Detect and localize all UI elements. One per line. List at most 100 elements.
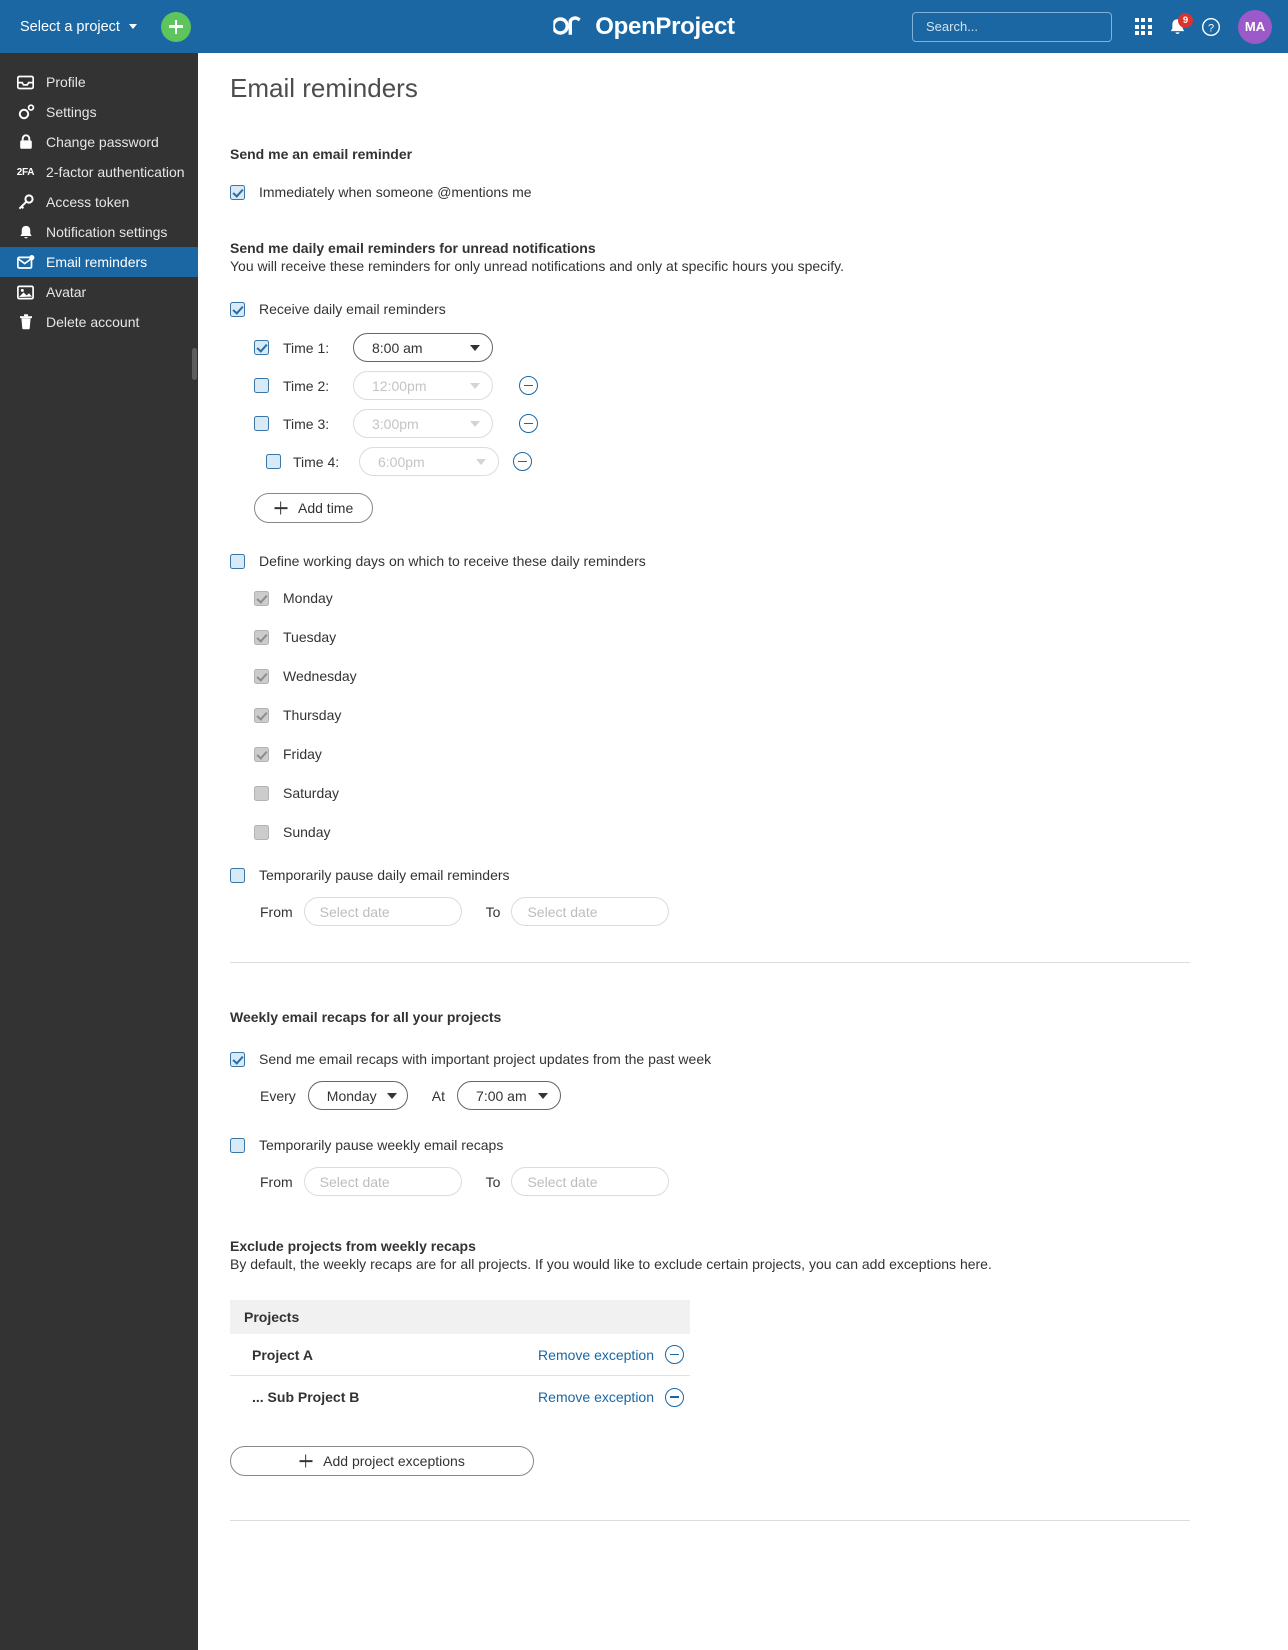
day-row-sunday[interactable]: Sunday: [254, 824, 1288, 840]
weekly-section-heading: Weekly email recaps for all your project…: [230, 1009, 502, 1025]
time-3-select[interactable]: 3:00pm: [353, 409, 493, 438]
remove-time-4-button[interactable]: [513, 452, 532, 471]
sunday-label: Sunday: [283, 824, 331, 840]
sidebar-item-delete-account[interactable]: Delete account: [0, 307, 198, 337]
top-bar-actions: 9 ? MA: [912, 9, 1272, 44]
pause-weekly-to-field[interactable]: Select date: [511, 1167, 670, 1196]
sidebar-item-2fa[interactable]: 2FA 2-factor authentication: [0, 157, 198, 187]
day-row-friday[interactable]: Friday: [254, 746, 1288, 762]
trash-icon: [16, 314, 35, 331]
sidebar-item-label: Email reminders: [46, 254, 148, 270]
pause-weekly-checkbox[interactable]: [230, 1137, 245, 1153]
exclude-section-heading: Exclude projects from weekly recaps: [230, 1238, 476, 1254]
daily-section-heading: Send me daily email reminders for unread…: [230, 240, 596, 256]
weekly-recaps-row[interactable]: Send me email recaps with important proj…: [230, 1051, 1288, 1067]
pause-weekly-row[interactable]: Temporarily pause weekly email recaps: [230, 1137, 1288, 1153]
pause-daily-label: Temporarily pause daily email reminders: [259, 867, 510, 883]
notifications-button[interactable]: 9: [1160, 10, 1194, 44]
sidebar-item-settings[interactable]: Settings: [0, 97, 198, 127]
weekly-recaps-checkbox[interactable]: [230, 1051, 245, 1067]
time-4-value: 6:00pm: [378, 453, 425, 470]
remove-exception-link[interactable]: Remove exception: [538, 1389, 654, 1405]
mention-checkbox-row[interactable]: Immediately when someone @mentions me: [230, 184, 1288, 200]
remove-time-2-button[interactable]: [519, 376, 538, 395]
monday-checkbox: [254, 590, 269, 606]
time-2-value: 12:00pm: [372, 377, 427, 394]
openproject-logo-icon: [553, 15, 581, 35]
top-bar: Select a project OpenProject Search... 9…: [0, 0, 1288, 53]
time-2-checkbox[interactable]: [254, 378, 269, 393]
weekly-recaps-label: Send me email recaps with important proj…: [259, 1051, 712, 1067]
sidebar-item-avatar[interactable]: Avatar: [0, 277, 198, 307]
project-selector[interactable]: Select a project: [20, 19, 137, 35]
working-days-checkbox[interactable]: [230, 553, 245, 569]
search-box[interactable]: [912, 11, 1112, 42]
page-title: Email reminders: [230, 73, 418, 103]
key-icon: [16, 193, 35, 211]
brand-logo: OpenProject: [553, 12, 735, 41]
2fa-icon: 2FA: [16, 166, 35, 178]
help-circle-icon: ?: [1201, 17, 1221, 36]
sidebar-scrollbar[interactable]: [192, 348, 197, 380]
avatar[interactable]: MA: [1238, 9, 1272, 44]
sidebar-item-notification-settings[interactable]: Notification settings: [0, 217, 198, 247]
add-project-exceptions-button[interactable]: Add project exceptions: [230, 1446, 534, 1476]
help-button[interactable]: ?: [1194, 10, 1228, 44]
pause-weekly-date-range: From Select date To Select date: [260, 1167, 1288, 1196]
weekly-day-select[interactable]: Monday: [307, 1081, 408, 1110]
sidebar-item-label: Avatar: [46, 284, 87, 300]
time-3-checkbox[interactable]: [254, 416, 269, 431]
working-days-row[interactable]: Define working days on which to receive …: [230, 553, 1288, 569]
remove-exception-link[interactable]: Remove exception: [538, 1347, 654, 1363]
time-1-select[interactable]: 8:00 am: [353, 333, 493, 362]
pause-daily-from-field[interactable]: Select date: [303, 897, 462, 926]
pause-daily-checkbox[interactable]: [230, 867, 245, 883]
sidebar: Profile Settings Change password 2FA 2-f…: [0, 53, 198, 1650]
remove-exception-button[interactable]: [665, 1387, 684, 1407]
add-time-button[interactable]: Add time: [254, 493, 374, 523]
chevron-down-icon: [470, 382, 480, 389]
table-header-projects: Projects: [244, 1309, 300, 1325]
sidebar-item-label: Notification settings: [46, 224, 168, 240]
sidebar-item-label: Profile: [46, 74, 86, 90]
pause-daily-to-field[interactable]: Select date: [511, 897, 670, 926]
modules-grid-button[interactable]: [1126, 10, 1160, 44]
time-2-select[interactable]: 12:00pm: [353, 371, 493, 400]
remove-time-3-button[interactable]: [519, 414, 538, 433]
time-4-select[interactable]: 6:00pm: [359, 447, 499, 476]
day-row-wednesday[interactable]: Wednesday: [254, 668, 1288, 684]
sidebar-item-label: 2-factor authentication: [46, 164, 185, 180]
day-row-monday[interactable]: Monday: [254, 590, 1288, 606]
saturday-label: Saturday: [283, 785, 340, 801]
mention-section-heading: Send me an email reminder: [230, 146, 413, 162]
day-row-saturday[interactable]: Saturday: [254, 785, 1288, 801]
remove-exception-button[interactable]: [665, 1345, 684, 1364]
pause-weekly-from-field[interactable]: Select date: [303, 1167, 462, 1196]
pause-daily-row[interactable]: Temporarily pause daily email reminders: [230, 867, 1288, 883]
sidebar-item-access-token[interactable]: Access token: [0, 187, 198, 217]
plus-icon: [299, 1455, 312, 1468]
time-4-checkbox[interactable]: [266, 454, 281, 469]
time-row: Time 4: 6:00pm: [266, 447, 1288, 476]
mention-checkbox-label: Immediately when someone @mentions me: [259, 184, 532, 200]
add-project-button[interactable]: [160, 11, 191, 42]
brand-name: OpenProject: [595, 12, 735, 40]
receive-daily-checkbox[interactable]: [230, 301, 245, 317]
sidebar-item-profile[interactable]: Profile: [0, 67, 198, 97]
receive-daily-row[interactable]: Receive daily email reminders: [230, 301, 1288, 317]
day-row-tuesday[interactable]: Tuesday: [254, 629, 1288, 645]
sidebar-item-change-password[interactable]: Change password: [0, 127, 198, 157]
saturday-checkbox: [254, 785, 269, 801]
day-row-thursday[interactable]: Thursday: [254, 707, 1288, 723]
weekly-time-select[interactable]: 7:00 am: [457, 1081, 562, 1110]
divider: [230, 1520, 1190, 1521]
search-input[interactable]: [924, 18, 1104, 35]
chevron-down-icon: [476, 458, 486, 465]
thursday-checkbox: [254, 707, 269, 723]
weekly-every-label: Every: [260, 1087, 296, 1104]
app-window: Select a project OpenProject Search... 9…: [0, 0, 1288, 1650]
sidebar-item-email-reminders[interactable]: Email reminders: [0, 247, 198, 277]
time-1-checkbox[interactable]: [254, 340, 269, 355]
image-icon: [16, 284, 35, 301]
mention-checkbox[interactable]: [230, 184, 245, 200]
